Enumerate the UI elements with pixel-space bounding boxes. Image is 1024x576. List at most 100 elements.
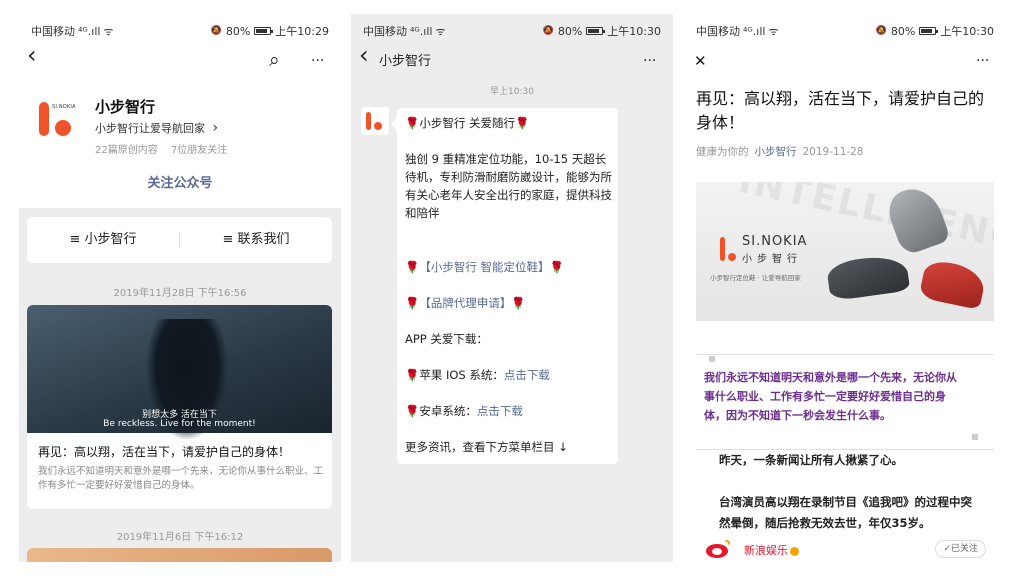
- carrier-label: 中国移动: [31, 25, 75, 38]
- nav-bar: ✕ ···: [684, 46, 1006, 76]
- message-line-ios: 🌹苹果 IOS 系统：点击下载: [405, 366, 615, 384]
- back-icon[interactable]: ‹: [27, 43, 37, 67]
- more-icon[interactable]: ···: [643, 51, 656, 71]
- sender-avatar[interactable]: [361, 107, 389, 135]
- friends-following-count: 7位朋友关注: [170, 145, 228, 156]
- banner-brand: SI.NOKIA: [742, 234, 808, 249]
- carrier-label: 中国移动: [696, 25, 740, 38]
- wifi-icon: ᯤ: [103, 24, 114, 38]
- rose-icon: 🌹: [514, 116, 530, 130]
- banner-brand-cn: 小步智行: [742, 254, 802, 265]
- message-bubble: 🌹小步智行 关爱随行🌹 独创 9 重精准定位功能，10-15 天超长待机，专利防…: [391, 108, 618, 464]
- weibo-icon: [706, 540, 732, 558]
- rose-icon: 🌹: [405, 260, 420, 274]
- message-line-intro: 独创 9 重精准定位功能，10-15 天超长待机，专利防滑耐磨防崴设计，能够为所…: [405, 152, 612, 220]
- article-meta: 健康为你的 小步智行 2019-11-28: [696, 144, 864, 159]
- more-icon[interactable]: ···: [976, 51, 989, 71]
- wifi-icon: ᯤ: [768, 24, 779, 38]
- account-menu: ≡ 小步智行 ≡ 联系我们: [27, 217, 332, 263]
- nav-bar: ‹ 小步智行 ···: [351, 43, 673, 76]
- mute-icon: 🔕: [542, 26, 554, 36]
- shoe-red-image: [918, 257, 988, 311]
- slogan-text: 小步智行 关爱随行: [419, 116, 515, 130]
- verified-badge-icon: [790, 546, 799, 556]
- battery-percent: 80%: [225, 24, 251, 38]
- account-logo[interactable]: SI.NOKIA: [33, 96, 79, 142]
- article-quote: 我们永远不知道明天和意外是哪一个先来，无论你从事什么职业、工作有多忙一定要好好爱…: [704, 371, 957, 422]
- meta-prefix: 健康为你的: [696, 146, 749, 158]
- account-stats: 22篇原创内容 7位朋友关注: [95, 141, 237, 156]
- slogan-text: 小步智行让爱导航回家: [95, 122, 205, 135]
- status-bar: 中国移动 ⁴ᴳ.ıll ᯤ 🔕 80% 上午10:30: [684, 14, 1006, 44]
- account-name: 小步智行: [95, 98, 156, 116]
- back-icon[interactable]: ‹: [359, 43, 369, 67]
- wifi-icon: ᯤ: [435, 24, 446, 38]
- battery-percent: 80%: [557, 24, 583, 38]
- battery-icon: [919, 27, 939, 35]
- follow-account-button[interactable]: 关注公众号: [19, 172, 341, 191]
- battery-icon: [586, 27, 606, 35]
- battery-percent: 80%: [890, 24, 916, 38]
- article-title: 再见：高以翔，活在当下，请爱护自己的身体！: [38, 445, 291, 459]
- message-line-agent-link[interactable]: 🌹【品牌代理申请】🌹: [405, 294, 615, 312]
- carrier-label: 中国移动: [363, 25, 407, 38]
- account-slogan[interactable]: 小步智行让爱导航回家 ›: [95, 120, 218, 136]
- ios-label: 苹果 IOS 系统：: [419, 368, 504, 382]
- signal-icon: ⁴ᴳ.ıll: [78, 24, 101, 38]
- rose-icon: 🌹: [405, 116, 420, 130]
- rose-icon: 🌹: [405, 368, 420, 382]
- message-line-shoe-link[interactable]: 🌹【小步智行 智能定位鞋】🌹: [405, 258, 615, 276]
- account-link[interactable]: 小步智行: [755, 146, 797, 158]
- chat-title: 小步智行: [379, 54, 432, 69]
- menu-item-xiaobu[interactable]: ≡ 小步智行: [27, 217, 179, 263]
- chat-screen: 中国移动 ⁴ᴳ.ıll ᯤ 🔕 80% 上午10:30 ‹ 小步智行 ··· 早…: [351, 14, 673, 562]
- source-bar: 新浪娱乐 ✓已关注: [684, 536, 1006, 562]
- message-line-more: 更多资讯，查看下方菜单栏目 ↓: [405, 440, 568, 454]
- logo-text: SI.NOKIA: [52, 104, 76, 110]
- article-screen: 中国移动 ⁴ᴳ.ıll ᯤ 🔕 80% 上午10:30 ✕ ··· 再见：高以翔…: [684, 14, 1006, 562]
- banner-subtitle: 小步智行定位鞋 · 让爱导航回家: [710, 274, 801, 282]
- signal-icon: ⁴ᴳ.ıll: [743, 24, 766, 38]
- rose-icon: 🌹: [511, 296, 526, 310]
- next-article-cover[interactable]: [27, 548, 332, 562]
- article-title: 再见：高以翔，活在当下，请爱护自己的身体！: [696, 89, 985, 132]
- rose-icon: 🌹: [405, 296, 420, 310]
- message-time: 早上10:30: [490, 87, 534, 97]
- original-articles-count: 22篇原创内容: [95, 145, 158, 156]
- close-icon[interactable]: ✕: [694, 51, 707, 71]
- chevron-right-icon: ›: [212, 120, 219, 136]
- search-icon[interactable]: ⌕: [269, 50, 280, 70]
- brand-agent-link[interactable]: 【品牌代理申请】: [419, 296, 511, 310]
- cover-caption-en: Be reckless. Live for the moment!: [103, 419, 256, 429]
- message-line-android: 🌹安卓系统：点击下载: [405, 402, 615, 420]
- nav-bar: ‹ ⌕ ···: [19, 43, 341, 76]
- more-icon[interactable]: ···: [311, 51, 324, 71]
- message-line-slogan: 🌹小步智行 关爱随行🌹: [405, 114, 615, 132]
- battery-icon: [254, 27, 274, 35]
- menu-item-contact[interactable]: ≡ 联系我们: [180, 217, 332, 263]
- mute-icon: 🔕: [210, 26, 222, 36]
- clock: 上午10:29: [275, 25, 329, 38]
- article-paragraph-2: 台湾演员高以翔在录制节目《追我吧》的过程中突然晕倒，随后抢救无效去世，年仅35岁…: [719, 495, 972, 530]
- feed-date-next: 2019年11月6日 下午16:12: [116, 532, 244, 543]
- account-profile-screen: 中国移动 ⁴ᴳ.ıll ᯤ 🔕 80% 上午10:29 ‹ ⌕ ··· SI.N…: [19, 14, 341, 562]
- article-summary: 我们永远不知道明天和意外是哪一个先来，无论你从事什么职业、工作有多忙一定要好好爱…: [38, 466, 324, 491]
- brand-logo: [720, 237, 738, 263]
- clock: 上午10:30: [940, 25, 994, 38]
- publish-date: 2019-11-28: [802, 146, 864, 158]
- rose-icon: 🌹: [405, 404, 420, 418]
- source-account[interactable]: 新浪娱乐: [744, 542, 799, 558]
- source-name: 新浪娱乐: [744, 544, 788, 557]
- status-bar: 中国移动 ⁴ᴳ.ıll ᯤ 🔕 80% 上午10:30: [351, 14, 673, 44]
- article-card[interactable]: 别想太多 活在当下 Be reckless. Live for the mome…: [27, 305, 332, 509]
- clock: 上午10:30: [607, 25, 661, 38]
- shoe-black-image: [825, 252, 911, 302]
- article-cover-image: 别想太多 活在当下 Be reckless. Live for the mome…: [27, 305, 332, 439]
- article-paragraph-1: 昨天，一条新闻让所有人揪紧了心。: [719, 453, 903, 467]
- rose-icon: 🌹: [549, 260, 564, 274]
- status-bar: 中国移动 ⁴ᴳ.ıll ᯤ 🔕 80% 上午10:29: [19, 14, 341, 44]
- followed-button[interactable]: ✓已关注: [935, 540, 986, 558]
- smart-shoe-link[interactable]: 【小步智行 智能定位鞋】: [419, 260, 549, 274]
- ios-download-link[interactable]: 点击下载: [504, 368, 550, 382]
- android-download-link[interactable]: 点击下载: [477, 404, 523, 418]
